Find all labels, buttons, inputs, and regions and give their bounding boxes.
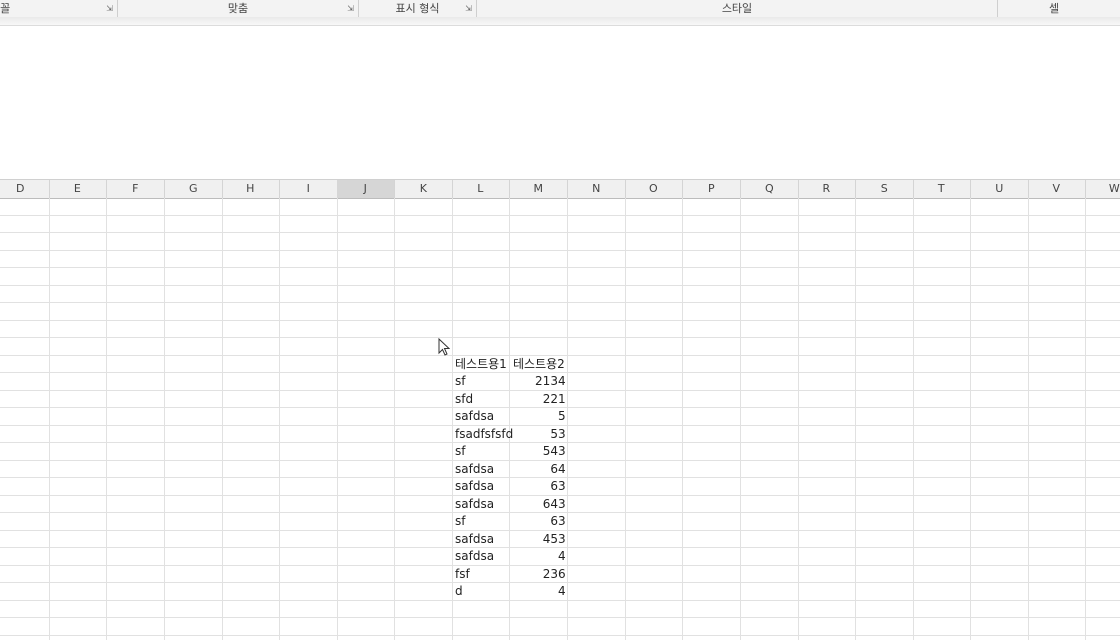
column-header-m[interactable]: M xyxy=(510,180,568,198)
grid-column-line xyxy=(336,198,338,640)
table-cell-l[interactable]: fsf xyxy=(453,566,510,583)
grid-column-line xyxy=(393,198,395,640)
column-header-t[interactable]: T xyxy=(913,180,971,198)
grid-row-line xyxy=(0,634,1120,636)
ribbon-group-styles-label: 스타일 xyxy=(721,2,753,15)
column-header-o[interactable]: O xyxy=(625,180,683,198)
ribbon-group-font-label: 글꼴 xyxy=(0,2,11,15)
table-cell-l[interactable]: safdsa xyxy=(453,478,510,495)
ribbon-group-number: 표시 형식 ⇲ xyxy=(359,0,477,17)
table-cell-l[interactable]: safdsa xyxy=(453,531,510,548)
grid-row-line xyxy=(0,337,1120,338)
grid-column-line xyxy=(797,198,799,640)
grid-row-line xyxy=(0,232,1120,233)
dialog-launcher-icon[interactable]: ⇲ xyxy=(347,5,354,13)
column-header-v[interactable]: V xyxy=(1028,180,1086,198)
column-header-row: DEFGHIJKLMNOPQRSTUVW xyxy=(0,179,1120,199)
grid-row-line xyxy=(0,214,1120,216)
column-header-k[interactable]: K xyxy=(395,180,453,198)
header-cell-l[interactable]: 테스트용1 xyxy=(453,356,510,373)
column-header-p[interactable]: P xyxy=(683,180,741,198)
grid-column-line xyxy=(969,198,971,640)
ribbon-group-cells: 셀 xyxy=(998,0,1110,17)
dialog-launcher-icon[interactable]: ⇲ xyxy=(465,5,472,13)
column-header-h[interactable]: H xyxy=(222,180,280,198)
grid-row-line xyxy=(0,249,1120,251)
table-cell-m[interactable]: 643 xyxy=(511,496,568,513)
grid-row-line xyxy=(0,284,1120,286)
table-cell-l[interactable]: safdsa xyxy=(453,461,510,478)
ribbon-bottom-edge xyxy=(0,17,1120,26)
grid-column-line xyxy=(1084,198,1086,640)
ribbon-group-styles: 스타일 xyxy=(477,0,998,17)
worksheet-blank-area xyxy=(0,26,1120,179)
table-cell-m[interactable]: 221 xyxy=(511,391,568,408)
grid-column-line xyxy=(681,198,683,640)
arrow-cursor-icon xyxy=(438,338,450,356)
table-cell-l[interactable]: sfd xyxy=(453,391,510,408)
table-cell-m[interactable]: 53 xyxy=(511,426,568,443)
grid-column-line xyxy=(1027,198,1029,640)
table-cell-l[interactable]: safdsa xyxy=(453,408,510,425)
ribbon-group-cells-label: 셀 xyxy=(1048,2,1060,15)
grid-column-line xyxy=(739,198,741,640)
column-header-w[interactable]: W xyxy=(1086,180,1120,198)
ribbon-group-alignment-label: 맞춤 xyxy=(227,2,249,15)
column-header-g[interactable]: G xyxy=(165,180,223,198)
table-cell-m[interactable]: 543 xyxy=(511,443,568,460)
table-cell-m[interactable]: 4 xyxy=(511,583,568,600)
column-header-i[interactable]: I xyxy=(280,180,338,198)
header-cell-m[interactable]: 테스트용2 xyxy=(511,356,568,373)
grid-row-line xyxy=(0,617,1120,618)
column-header-d[interactable]: D xyxy=(0,180,50,198)
table-cell-l[interactable]: fsadfsfsfd xyxy=(453,426,513,443)
column-header-s[interactable]: S xyxy=(856,180,914,198)
table-cell-m[interactable]: 5 xyxy=(511,408,568,425)
column-header-u[interactable]: U xyxy=(971,180,1029,198)
ribbon-group-labels: 글꼴 ⇲ 맞춤 ⇲ 표시 형식 ⇲ 스타일 셀 xyxy=(0,0,1120,18)
grid-column-line xyxy=(624,198,626,640)
grid-column-line xyxy=(221,198,223,640)
grid-column-line xyxy=(854,198,856,640)
column-header-r[interactable]: R xyxy=(798,180,856,198)
table-cell-l[interactable]: sf xyxy=(453,443,510,460)
table-cell-m[interactable]: 63 xyxy=(511,513,568,530)
grid-column-line xyxy=(163,198,165,640)
grid-column-line xyxy=(912,198,914,640)
column-header-n[interactable]: N xyxy=(568,180,626,198)
column-header-j[interactable]: J xyxy=(337,180,395,198)
ribbon-group-alignment: 맞춤 ⇲ xyxy=(118,0,359,17)
column-header-l[interactable]: L xyxy=(452,180,510,198)
grid-column-line xyxy=(278,198,280,640)
table-cell-l[interactable]: d xyxy=(453,583,510,600)
table-cell-l[interactable]: safdsa xyxy=(453,548,510,565)
column-header-q[interactable]: Q xyxy=(741,180,799,198)
dialog-launcher-icon[interactable]: ⇲ xyxy=(106,5,113,13)
ribbon-group-number-label: 표시 형식 xyxy=(395,2,440,15)
table-cell-m[interactable]: 2134 xyxy=(511,373,568,390)
table-cell-m[interactable]: 63 xyxy=(511,478,568,495)
table-cell-m[interactable]: 4 xyxy=(511,548,568,565)
table-cell-l[interactable]: sf xyxy=(453,373,510,390)
table-cell-m[interactable]: 453 xyxy=(511,531,568,548)
ribbon-group-font: 글꼴 ⇲ xyxy=(0,0,118,17)
grid-row-line xyxy=(0,302,1120,303)
grid-row-line xyxy=(0,319,1120,321)
table-cell-m[interactable]: 236 xyxy=(511,566,568,583)
grid-row-line xyxy=(0,267,1120,268)
table-cell-m[interactable]: 64 xyxy=(511,461,568,478)
column-header-f[interactable]: F xyxy=(107,180,165,198)
worksheet-grid[interactable]: 테스트용1 테스트용2 sf 2134 sfd 221 safdsa 5 fsadfsfsfd 5… xyxy=(0,198,1120,640)
grid-column-line xyxy=(48,198,50,640)
column-header-e[interactable]: E xyxy=(49,180,107,198)
table-cell-l[interactable]: sf xyxy=(453,513,510,530)
grid-column-line xyxy=(105,198,107,640)
table-cell-l[interactable]: safdsa xyxy=(453,496,510,513)
